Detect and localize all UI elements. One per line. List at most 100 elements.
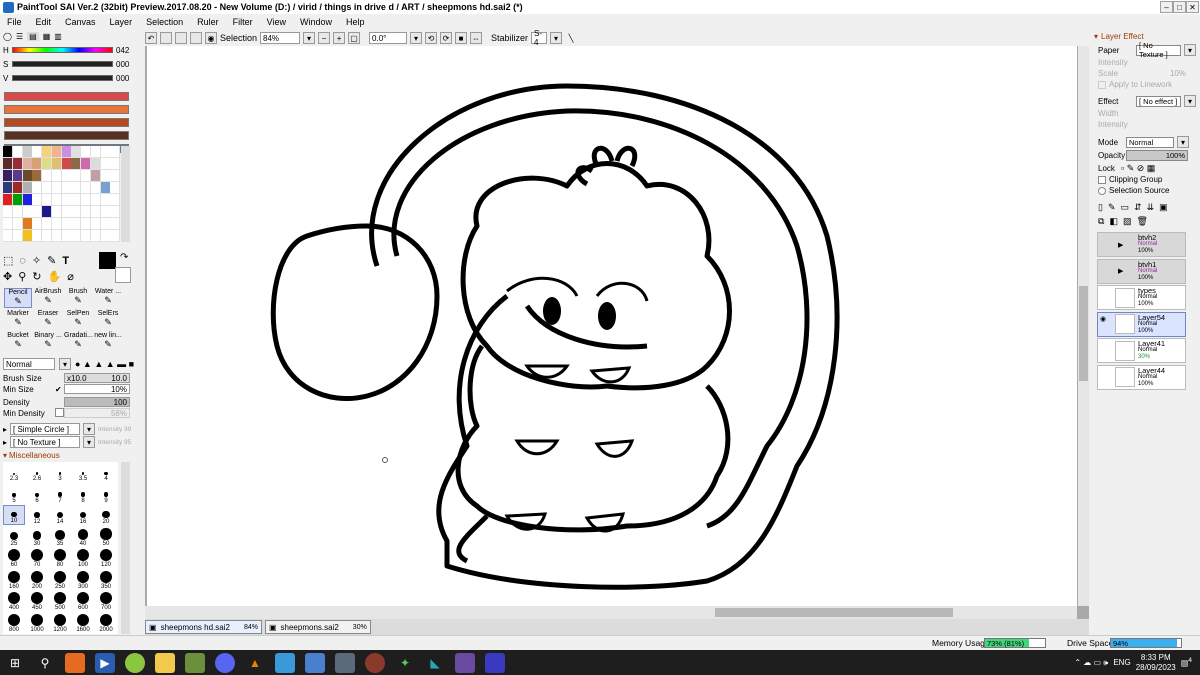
new-folder-icon[interactable]: ▭ bbox=[1121, 202, 1130, 213]
brush-size-cell[interactable]: 450 bbox=[26, 591, 48, 611]
visibility-eye-icon[interactable]: ◉ bbox=[1100, 315, 1106, 323]
foreground-color[interactable] bbox=[99, 252, 116, 269]
notification-icon[interactable]: ▤4 bbox=[1181, 657, 1192, 668]
close-button[interactable]: ✕ bbox=[1186, 1, 1199, 13]
transfer-icon[interactable]: ⇵ bbox=[1134, 202, 1142, 213]
color-swatch[interactable] bbox=[61, 146, 71, 157]
tool-gradati[interactable]: Gradati... ✎ bbox=[64, 332, 93, 352]
minimize-button[interactable]: – bbox=[1160, 1, 1173, 13]
folder-expand-icon[interactable]: ▶ bbox=[1118, 241, 1123, 249]
layer-settings-icon[interactable]: ▣ bbox=[1159, 202, 1168, 213]
brush-size-cell[interactable]: 1000 bbox=[26, 613, 48, 633]
color-swatch[interactable] bbox=[22, 146, 32, 157]
app-round-icon[interactable] bbox=[125, 652, 145, 673]
menu-ruler[interactable]: Ruler bbox=[190, 17, 226, 27]
brush-size-cell[interactable]: 3.5 bbox=[72, 462, 94, 482]
eye-icon[interactable]: ◉ bbox=[205, 32, 217, 44]
brush-size-mult[interactable]: x10.0 bbox=[67, 374, 87, 383]
brush-size-cell[interactable]: 2.3 bbox=[3, 462, 25, 482]
brush-size-value[interactable]: 10.0 bbox=[111, 374, 127, 383]
zoom-field[interactable]: 84% bbox=[260, 32, 301, 44]
tool-pencil[interactable]: Pencil ✎ bbox=[4, 288, 32, 308]
color-swatch[interactable] bbox=[32, 182, 42, 193]
copy-layer-icon[interactable]: ⧉ bbox=[1098, 216, 1104, 227]
color-swatch[interactable] bbox=[32, 230, 42, 241]
paper-dropdown-icon[interactable]: ▾ bbox=[1184, 44, 1196, 56]
color-wheel-icon[interactable]: ◯ bbox=[3, 32, 12, 41]
rotate-reset-icon[interactable]: ■ bbox=[455, 32, 468, 44]
lock-icons[interactable]: ▫ ✎ ⊘ ▦ bbox=[1121, 163, 1155, 174]
brush-size-cell[interactable]: 600 bbox=[72, 591, 94, 611]
brush-size-cell[interactable]: 100 bbox=[72, 548, 94, 568]
brush-size-cell[interactable]: 14 bbox=[49, 505, 71, 525]
menu-edit[interactable]: Edit bbox=[29, 17, 59, 27]
min-density-check[interactable] bbox=[55, 408, 64, 417]
color-swatch[interactable] bbox=[12, 206, 22, 217]
color-swatch[interactable] bbox=[3, 218, 12, 229]
stabilizer-dropdown-icon[interactable]: ▾ bbox=[550, 32, 563, 44]
color-swatch[interactable] bbox=[100, 218, 110, 229]
color-swatch[interactable] bbox=[32, 146, 42, 157]
color-swatch[interactable] bbox=[22, 194, 32, 205]
tool-binary[interactable]: Binary ... ✎ bbox=[34, 332, 62, 352]
game-icon[interactable] bbox=[365, 652, 385, 673]
angle-dropdown-icon[interactable]: ▾ bbox=[410, 32, 423, 44]
tool-brush[interactable]: Brush ✎ bbox=[64, 288, 92, 308]
color-swatch[interactable] bbox=[71, 182, 81, 193]
color-swatch[interactable] bbox=[90, 182, 100, 193]
color-swatch[interactable] bbox=[61, 170, 71, 181]
color-swatch[interactable] bbox=[42, 194, 51, 205]
brush-size-cell[interactable]: 700 bbox=[95, 591, 117, 611]
value-slider[interactable] bbox=[12, 75, 113, 81]
background-color[interactable] bbox=[115, 267, 131, 283]
dropper-icon[interactable]: ⌀ bbox=[67, 270, 74, 283]
color-swatch[interactable] bbox=[71, 218, 81, 229]
rect-select-icon[interactable]: ⬚ bbox=[3, 254, 13, 267]
color-swatch[interactable] bbox=[32, 170, 42, 181]
color-swatch[interactable] bbox=[51, 182, 61, 193]
layer-item[interactable]: ▶ btvh1 Normal 100% bbox=[1097, 258, 1186, 284]
paper-select[interactable]: [ No Texture ] bbox=[1136, 41, 1181, 59]
swatch-scrollbar[interactable] bbox=[121, 146, 130, 242]
delete-layer-icon[interactable]: 🗑 bbox=[1136, 216, 1147, 227]
brush-size-cell[interactable]: 250 bbox=[49, 570, 71, 590]
color-swatch[interactable] bbox=[61, 206, 71, 217]
color-scratch-icon[interactable]: ▥ bbox=[54, 32, 62, 41]
mode-dropdown-icon[interactable]: ▾ bbox=[1177, 136, 1189, 148]
brush-size-cell[interactable]: 25 bbox=[3, 527, 25, 547]
app-icon[interactable] bbox=[185, 652, 205, 673]
color-swatch[interactable] bbox=[42, 158, 51, 169]
folder-expand-icon[interactable]: ▶ bbox=[1118, 267, 1123, 275]
rotate-right-icon[interactable]: ⟳ bbox=[440, 32, 453, 44]
layer-item[interactable]: ◉ Layer54 Normal 100% bbox=[1097, 311, 1186, 337]
color-history-bar[interactable] bbox=[4, 105, 129, 114]
expand-icon[interactable]: ▸ bbox=[3, 425, 7, 434]
collapse-icon[interactable]: ▾ bbox=[1094, 32, 1098, 41]
color-swatch[interactable] bbox=[51, 230, 61, 241]
color-swatch[interactable] bbox=[51, 206, 61, 217]
windows-start-icon[interactable]: ⊞ bbox=[5, 653, 25, 673]
brush-size-cell[interactable]: 10 bbox=[3, 505, 25, 525]
canvas-vertical-scrollbar[interactable] bbox=[1078, 46, 1089, 606]
document-tab[interactable]: ▣ sheepmons.sai2 30% bbox=[264, 620, 371, 634]
brush-size-cell[interactable]: 4 bbox=[95, 462, 117, 482]
move-icon[interactable]: ✥ bbox=[3, 270, 12, 283]
color-swatch[interactable] bbox=[3, 206, 12, 217]
color-swatch[interactable] bbox=[90, 206, 100, 217]
color-history-bar[interactable] bbox=[4, 92, 129, 101]
layer-item[interactable]: Layer41 Normal 30% bbox=[1097, 338, 1186, 363]
color-swatch[interactable] bbox=[51, 146, 61, 157]
lasso-icon[interactable]: ◌ bbox=[19, 255, 26, 267]
brush-size-cell[interactable]: 120 bbox=[95, 548, 117, 568]
vlc-icon[interactable]: ▲ bbox=[245, 653, 265, 673]
color-swatch[interactable] bbox=[51, 218, 61, 229]
color-swatch[interactable] bbox=[71, 146, 81, 157]
color-swatch[interactable] bbox=[32, 194, 42, 205]
tool-water[interactable]: Water ... ✎ bbox=[94, 288, 122, 308]
color-swatch[interactable] bbox=[51, 158, 61, 169]
color-swatch[interactable] bbox=[32, 206, 42, 217]
menu-filter[interactable]: Filter bbox=[226, 17, 260, 27]
text-icon[interactable]: T bbox=[62, 255, 69, 267]
color-swatch[interactable] bbox=[81, 158, 90, 169]
color-history-bar[interactable] bbox=[4, 118, 129, 127]
